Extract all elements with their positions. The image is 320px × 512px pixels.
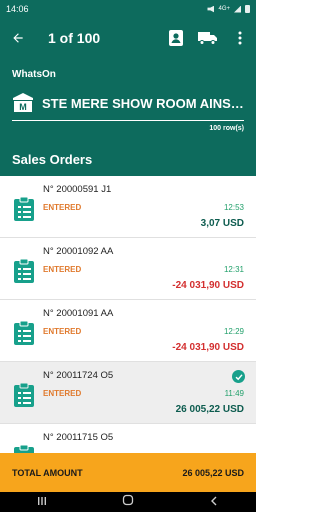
system-back-icon [210, 496, 217, 506]
order-status: ENTERED [43, 265, 82, 274]
total-label: TOTAL AMOUNT [12, 467, 83, 478]
order-row[interactable]: N° 20000591 J1 ENTERED 12:53 3,07 USD [0, 176, 256, 238]
signal-icon [234, 5, 241, 13]
store-icon: M [13, 93, 33, 112]
order-row[interactable]: N° 20011715 O5 [0, 424, 256, 453]
order-status: ENTERED [43, 203, 82, 212]
status-bar: 14:06 4G+ [0, 0, 256, 18]
order-time: 12:31 [223, 265, 244, 274]
store-header: WhatsOn M STE MERE SHOW ROOM AINSWORTH 1… [0, 58, 256, 176]
order-row[interactable]: N° 20001092 AA ENTERED 12:31 -24 031,90 … [0, 238, 256, 300]
order-number: N° 20000591 J1 [43, 184, 112, 195]
home-icon [122, 494, 134, 506]
order-number: N° 20011724 O5 [43, 370, 114, 381]
app-label: WhatsOn [12, 69, 56, 80]
app-bar: 1 of 100 [0, 18, 256, 58]
order-row-selected[interactable]: N° 20011724 O5 ENTERED 11:49 26 005,22 U… [0, 362, 256, 424]
store-selector[interactable]: M STE MERE SHOW ROOM AINSWORTH [12, 90, 244, 116]
order-number: N° 20011715 O5 [43, 432, 114, 443]
page-title: 1 of 100 [48, 30, 101, 46]
clipboard-icon [14, 320, 34, 345]
more-options-button[interactable] [224, 18, 256, 58]
clipboard-icon [14, 444, 34, 453]
total-amount-bar: TOTAL AMOUNT 26 005,22 USD [0, 453, 256, 492]
recent-apps-button[interactable] [37, 493, 47, 511]
order-number: N° 20001092 AA [43, 246, 114, 257]
clipboard-icon [14, 258, 34, 283]
recent-apps-icon [38, 497, 47, 505]
order-time: 11:49 [224, 389, 244, 398]
section-title: Sales Orders [12, 152, 93, 167]
order-amount: -24 031,90 USD [172, 280, 244, 291]
total-value: 26 005,22 USD [182, 467, 244, 478]
order-amount: 3,07 USD [200, 218, 244, 229]
status-icons: 4G+ [207, 5, 250, 13]
order-status: ENTERED [43, 389, 82, 398]
sales-order-list[interactable]: N° 20000591 J1 ENTERED 12:53 3,07 USD N°… [0, 176, 256, 453]
order-time: 12:29 [223, 327, 244, 336]
check-circle-icon [232, 370, 245, 383]
home-button[interactable] [122, 493, 134, 511]
status-time: 14:06 [6, 4, 29, 14]
order-status: ENTERED [43, 327, 82, 336]
clipboard-icon [14, 196, 34, 221]
contact-button[interactable] [160, 18, 192, 58]
clipboard-icon [14, 382, 34, 407]
order-amount: 26 005,22 USD [175, 404, 244, 415]
order-row[interactable]: N° 20001091 AA ENTERED 12:29 -24 031,90 … [0, 300, 256, 362]
contact-card-icon [169, 30, 183, 46]
battery-icon [245, 5, 250, 13]
network-type: 4G+ [218, 6, 230, 12]
delivery-button[interactable] [192, 18, 224, 58]
header-divider [12, 120, 244, 121]
row-count: 100 row(s) [209, 125, 244, 132]
order-time: 12:53 [223, 203, 244, 212]
system-back-button[interactable] [209, 493, 219, 511]
system-nav-bar [0, 492, 256, 512]
store-name: STE MERE SHOW ROOM AINSWORTH [42, 95, 244, 111]
back-button[interactable] [0, 18, 36, 58]
back-arrow-icon [13, 33, 23, 43]
more-vert-icon [238, 31, 242, 45]
order-number: N° 20001091 AA [43, 308, 114, 319]
mute-icon [207, 5, 215, 13]
order-amount: -24 031,90 USD [172, 342, 244, 353]
truck-icon [198, 32, 217, 45]
svg-text:M: M [19, 102, 27, 112]
